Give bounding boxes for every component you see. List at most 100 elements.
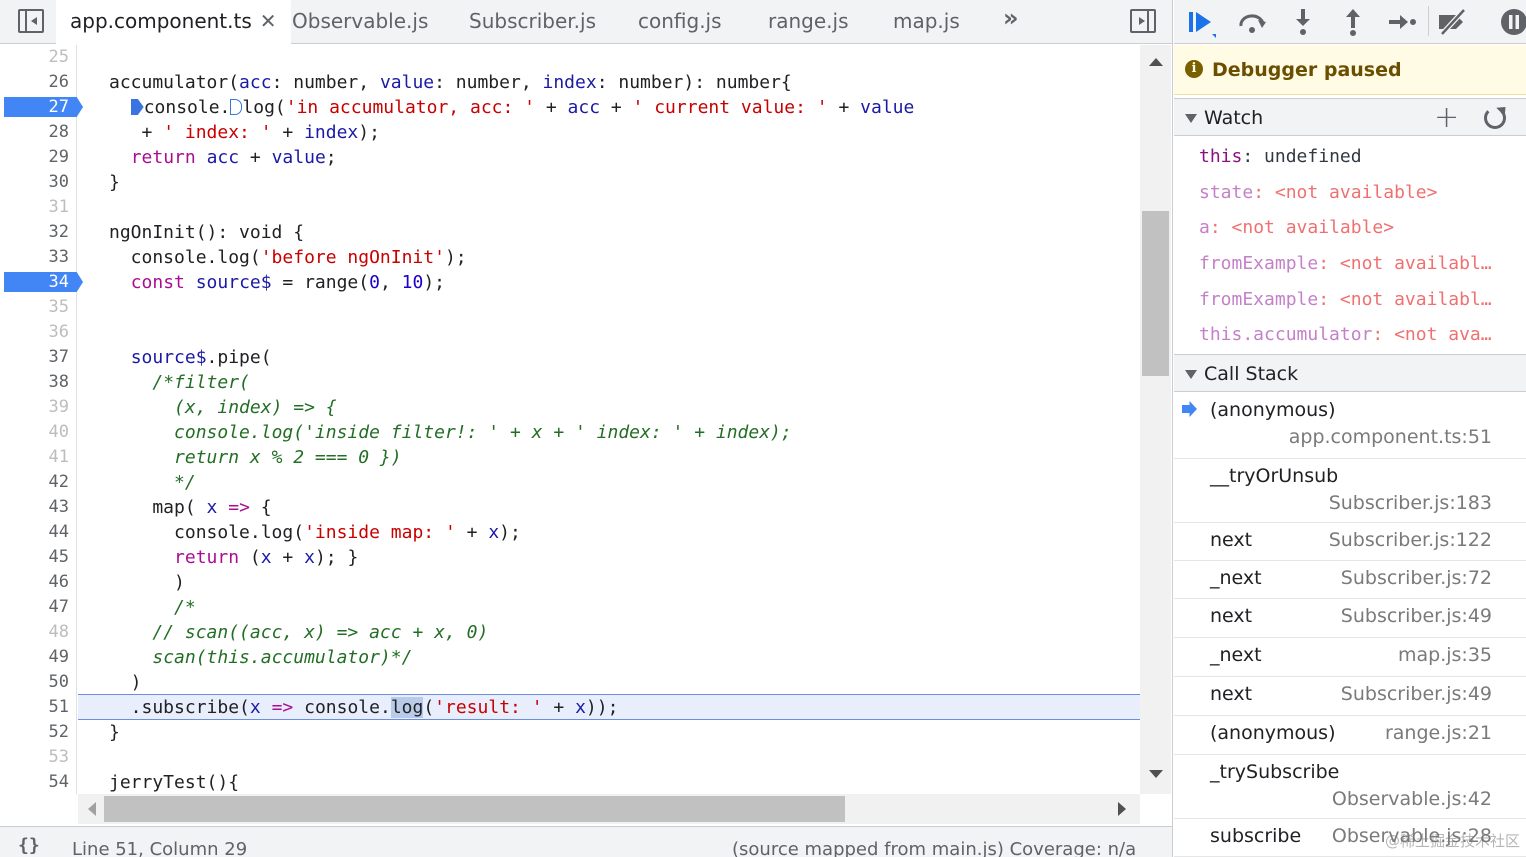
- code-line-42: */: [174, 472, 196, 493]
- line-number[interactable]: 50: [0, 670, 76, 695]
- step-over-icon[interactable]: [1236, 6, 1268, 38]
- line-number[interactable]: 26: [0, 70, 76, 95]
- code-line-50: ): [109, 672, 142, 693]
- toggle-navigator-icon[interactable]: [18, 9, 44, 33]
- code-line-29: return acc + value;: [130, 147, 337, 168]
- watch-expression[interactable]: fromExample: <not availabl…: [1199, 282, 1519, 317]
- line-number[interactable]: 42: [0, 470, 76, 495]
- watch-expression[interactable]: a: <not available>: [1199, 210, 1519, 245]
- call-stack-frame[interactable]: _trySubscribe Observable.js:42: [1174, 755, 1526, 819]
- line-number[interactable]: 27: [0, 95, 76, 120]
- step-icon[interactable]: [1386, 6, 1418, 38]
- line-number[interactable]: 49: [0, 645, 76, 670]
- line-number[interactable]: 46: [0, 570, 76, 595]
- line-number[interactable]: 41: [0, 445, 76, 470]
- scroll-left-icon[interactable]: [88, 802, 96, 816]
- line-number[interactable]: 28: [0, 120, 76, 145]
- tab-app-component-ts[interactable]: app.component.ts ✕: [56, 0, 291, 45]
- call-stack-frame[interactable]: next Subscriber.js:49: [1174, 677, 1526, 716]
- horizontal-scrollbar[interactable]: [78, 794, 1140, 824]
- call-stack-frame[interactable]: _next map.js:35: [1174, 638, 1526, 677]
- line-number[interactable]: 44: [0, 520, 76, 545]
- line-number[interactable]: 30: [0, 170, 76, 195]
- watch-expression[interactable]: fromExample: <not availabl…: [1199, 246, 1519, 281]
- line-number[interactable]: 33: [0, 245, 76, 270]
- pause-on-exceptions-icon[interactable]: [1498, 6, 1526, 38]
- code-line-44: console.log('inside map: ' + x);: [109, 522, 521, 543]
- frame-location-link[interactable]: Subscriber.js:49: [1341, 683, 1492, 705]
- line-number[interactable]: 31: [0, 195, 76, 220]
- more-tabs-icon[interactable]: »: [1003, 4, 1018, 32]
- scroll-thumb[interactable]: [1142, 211, 1169, 376]
- inline-breakpoint-icon[interactable]: [130, 99, 144, 115]
- line-number[interactable]: 39: [0, 395, 76, 420]
- line-number[interactable]: 54: [0, 770, 76, 794]
- watch-expression[interactable]: this.accumulator: <not ava…: [1199, 317, 1519, 352]
- add-watch-icon[interactable]: +: [1434, 100, 1459, 135]
- frame-location-link[interactable]: Subscriber.js:72: [1341, 567, 1492, 589]
- frame-location-link[interactable]: Subscriber.js:49: [1341, 605, 1492, 627]
- call-stack-frame[interactable]: (anonymous) range.js:21: [1174, 716, 1526, 755]
- line-number[interactable]: 51: [0, 695, 76, 720]
- frame-function-name: _next: [1210, 644, 1262, 666]
- tab-map-js[interactable]: map.js: [893, 0, 960, 44]
- current-frame-arrow-icon: [1182, 401, 1197, 417]
- tab-observable-js[interactable]: Observable.js: [292, 0, 428, 44]
- scroll-down-icon[interactable]: [1149, 770, 1163, 778]
- vertical-scrollbar[interactable]: [1140, 45, 1171, 794]
- resume-icon[interactable]: [1184, 6, 1216, 38]
- call-stack-frame[interactable]: next Subscriber.js:49: [1174, 599, 1526, 638]
- frame-location-link[interactable]: Subscriber.js:122: [1329, 529, 1492, 551]
- tab-label: config.js: [638, 9, 722, 33]
- source-mapped-info[interactable]: (source mapped from main.js) Coverage: n…: [732, 839, 1136, 857]
- line-number[interactable]: 43: [0, 495, 76, 520]
- line-number[interactable]: 25: [0, 45, 76, 70]
- status-bar: {} Line 51, Column 29 (source mapped fro…: [0, 826, 1172, 857]
- frame-location-link[interactable]: map.js:35: [1398, 644, 1492, 666]
- frame-location-link[interactable]: Observable.js:42: [1332, 788, 1492, 810]
- line-number[interactable]: 38: [0, 370, 76, 395]
- tab-config-js[interactable]: config.js: [638, 0, 722, 44]
- call-stack-section-header[interactable]: Call Stack: [1174, 354, 1526, 392]
- line-number[interactable]: 32: [0, 220, 76, 245]
- deactivate-breakpoints-icon[interactable]: [1436, 6, 1468, 38]
- watch-separator: :: [1318, 289, 1340, 310]
- frame-location-link[interactable]: Subscriber.js:183: [1329, 492, 1492, 514]
- line-number[interactable]: 45: [0, 545, 76, 570]
- watch-section-header[interactable]: Watch +: [1174, 98, 1526, 136]
- line-number[interactable]: 37: [0, 345, 76, 370]
- scroll-right-icon[interactable]: [1118, 802, 1126, 816]
- step-out-icon[interactable]: [1337, 6, 1369, 38]
- scroll-up-icon[interactable]: [1149, 58, 1163, 66]
- frame-location-link[interactable]: app.component.ts:51: [1289, 426, 1492, 448]
- refresh-watch-icon[interactable]: [1484, 107, 1506, 129]
- frame-location-link[interactable]: range.js:21: [1385, 722, 1492, 744]
- pretty-print-icon[interactable]: {}: [18, 835, 40, 856]
- call-stack-frame[interactable]: __tryOrUnsub Subscriber.js:183: [1174, 459, 1526, 523]
- code-editor[interactable]: 25 26 27 28 29 30 31 32 33 34 35 36 37 38 39 40 41 42 43 44…: [0, 45, 1140, 794]
- line-number[interactable]: 40: [0, 420, 76, 445]
- line-number[interactable]: 48: [0, 620, 76, 645]
- line-number[interactable]: 52: [0, 720, 76, 745]
- line-number[interactable]: 29: [0, 145, 76, 170]
- watch-expression[interactable]: state: <not available>: [1199, 175, 1519, 210]
- scroll-thumb[interactable]: [104, 796, 845, 822]
- watch-expression[interactable]: this: undefined: [1199, 139, 1519, 174]
- step-into-icon[interactable]: [1287, 6, 1319, 38]
- tab-subscriber-js[interactable]: Subscriber.js: [469, 0, 596, 44]
- call-stack-frame[interactable]: _next Subscriber.js:72: [1174, 561, 1526, 599]
- line-number[interactable]: 34: [0, 270, 76, 295]
- inline-breakpoint-icon[interactable]: [230, 99, 243, 115]
- watch-value: <not available>: [1274, 182, 1438, 203]
- tab-range-js[interactable]: range.js: [768, 0, 849, 44]
- debugger-sidebar: i Debugger paused Watch + this: undefine…: [1174, 0, 1526, 857]
- line-number[interactable]: 36: [0, 320, 76, 345]
- call-stack-frame[interactable]: next Subscriber.js:122: [1174, 523, 1526, 561]
- line-number[interactable]: 53: [0, 745, 76, 770]
- line-number[interactable]: 35: [0, 295, 76, 320]
- toggle-debugger-icon[interactable]: [1130, 9, 1156, 33]
- close-tab-icon[interactable]: ✕: [260, 9, 277, 33]
- line-number[interactable]: 47: [0, 595, 76, 620]
- call-stack-frame[interactable]: (anonymous) app.component.ts:51: [1174, 393, 1526, 459]
- code-line-52: }: [109, 722, 120, 743]
